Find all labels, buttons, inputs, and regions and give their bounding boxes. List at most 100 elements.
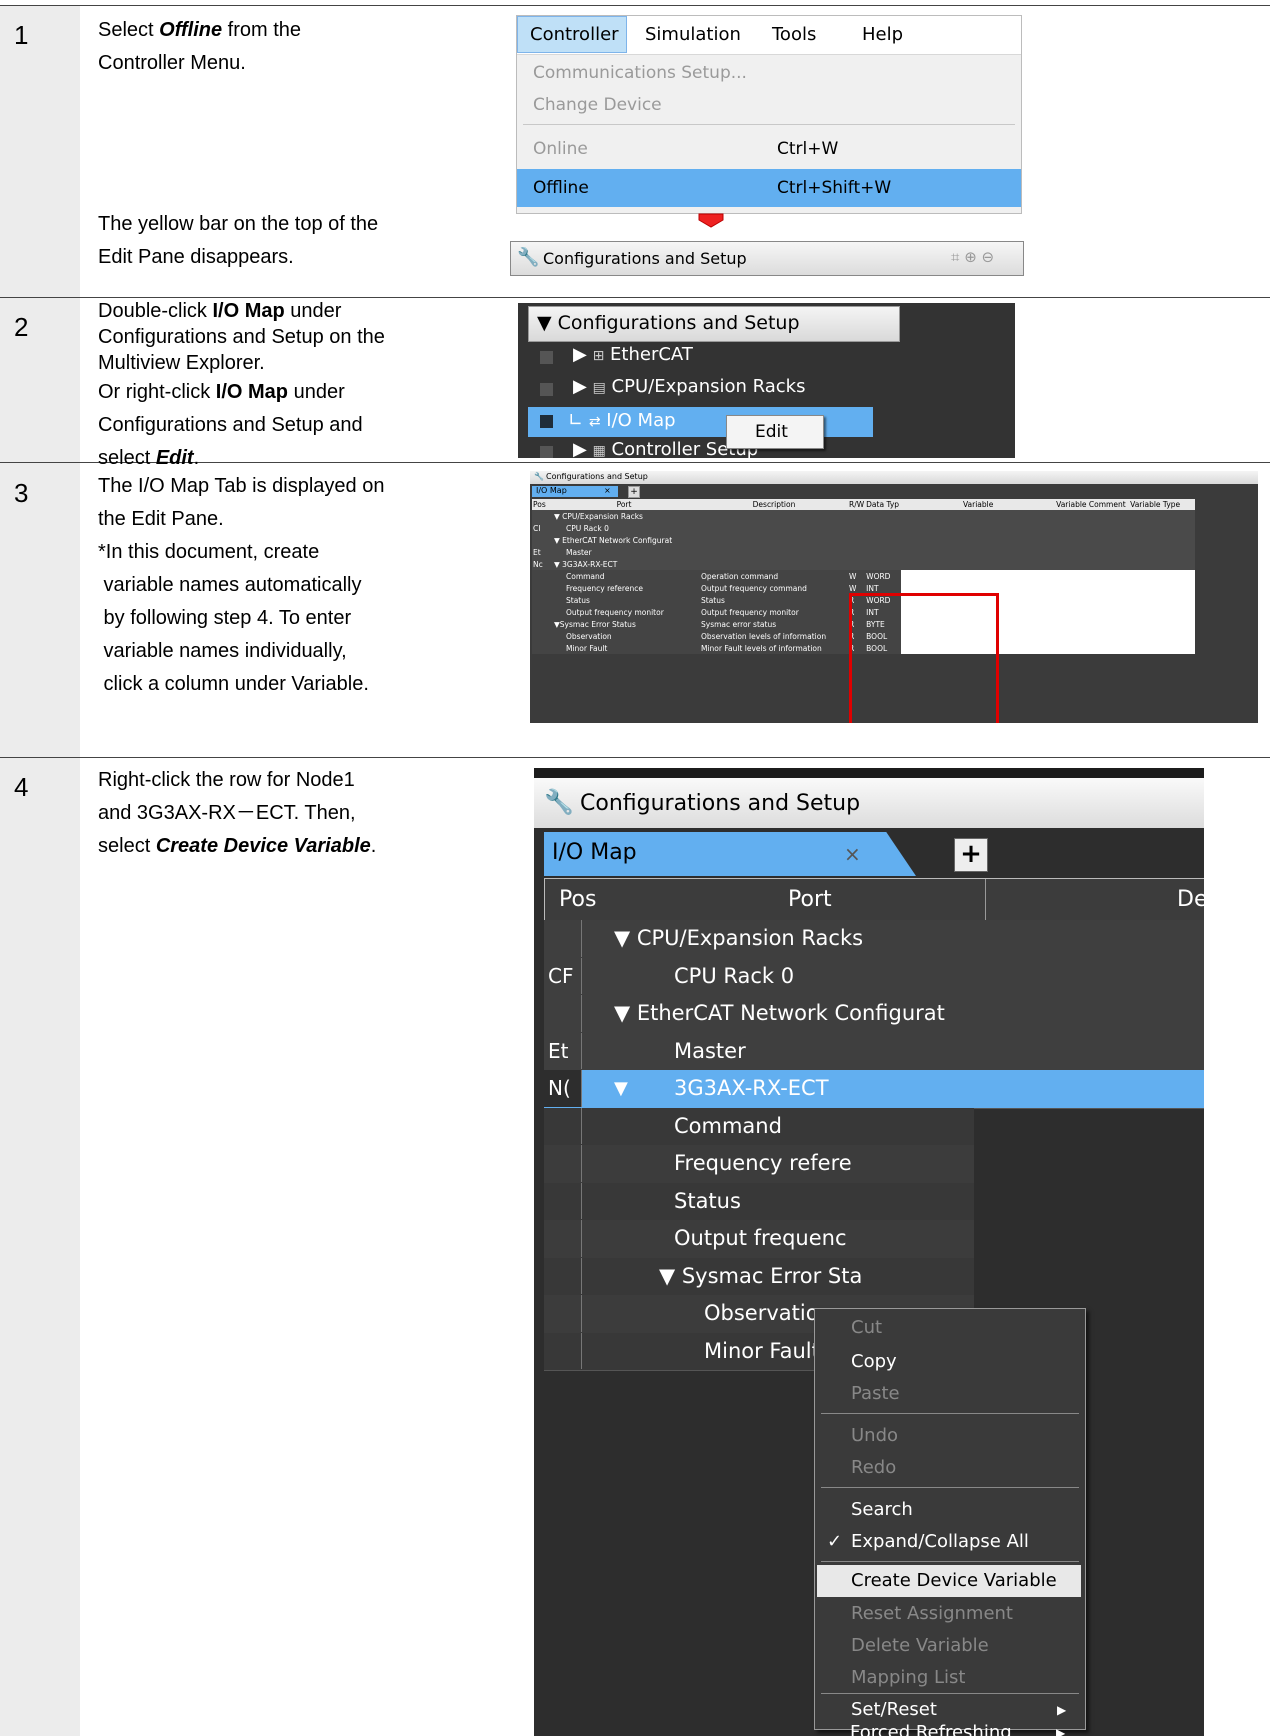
controller-menu-screenshot: Controller Simulation Tools Help Communi… — [516, 15, 1022, 214]
row-pos — [544, 1182, 582, 1219]
table-row[interactable]: ▼ CPU/Expansion Racks — [532, 510, 1196, 522]
menu-simulation[interactable]: Simulation — [645, 24, 741, 45]
step-instruction: Right-click the row for Node1 and 3G3AX-… — [98, 769, 377, 857]
menu-bar: Controller Simulation Tools Help — [517, 16, 1021, 55]
zoom-icons[interactable]: ⌗ ⊕ ⊖ — [951, 248, 994, 266]
row-pos — [544, 1295, 582, 1332]
row-port: ▼ Sysmac Error Sta — [659, 1263, 863, 1288]
table-header-row: Pos Port Description R/W Data Typ Variab… — [532, 499, 1196, 510]
menu-item-undo[interactable]: Undo — [851, 1425, 898, 1446]
table-row[interactable]: ▼ EtherCAT Network Configurat — [544, 995, 1204, 1034]
step-number-column — [0, 758, 80, 1736]
menu-item-offline[interactable]: Offline Ctrl+Shift+W — [517, 169, 1021, 207]
menu-help[interactable]: Help — [862, 24, 903, 45]
row-port: ▼ CPU/Expansion Racks — [614, 926, 864, 950]
wrench-icon: 🔧 — [534, 472, 544, 481]
table-row[interactable]: Frequency refere — [544, 1145, 974, 1184]
row-port: Status — [674, 1188, 741, 1213]
menu-item-change-device[interactable]: Change Device — [517, 88, 1021, 124]
separator — [0, 757, 1270, 758]
table-row[interactable]: Status — [544, 1182, 974, 1221]
menu-item-online[interactable]: Online Ctrl+W — [517, 132, 1021, 168]
menu-divider — [821, 1561, 1079, 1562]
table-row[interactable]: CF CPU Rack 0 — [544, 957, 1204, 996]
row-port: Command — [674, 1113, 782, 1138]
row-pos — [544, 920, 582, 957]
step-instruction: The I/O Map Tab is displayed on the Edit… — [98, 475, 385, 695]
context-menu-edit[interactable]: Edit — [726, 415, 824, 449]
table-row[interactable]: Et Master — [544, 1032, 1204, 1071]
tree-checkbox — [540, 351, 553, 364]
row-pos: N( — [544, 1070, 582, 1107]
expand-arrow-icon[interactable]: ▼ — [614, 1070, 628, 1108]
row-pos — [544, 1257, 582, 1294]
step-instruction: Double-click I/O Map under Configuration… — [98, 300, 385, 469]
io-map-context-menu-screenshot: 🔧 Configurations and Setup I/O Map × + P… — [534, 768, 1204, 1736]
menu-item-forced-refreshing[interactable]: Forced Refreshing ▶ — [850, 1722, 1065, 1736]
table-row[interactable]: Command Operation command W WORD — [532, 570, 1196, 582]
io-map-small-screenshot: 🔧 Configurations and Setup I/O Map × + P… — [530, 471, 1258, 723]
step-number-column — [0, 6, 80, 297]
check-icon: ✓ — [827, 1531, 843, 1552]
row-pos — [544, 1220, 582, 1257]
row-port: Minor Fault — [704, 1338, 820, 1363]
row-pos — [544, 1332, 582, 1369]
menu-divider — [821, 1693, 1079, 1694]
table-row[interactable]: CI CPU Rack 0 — [532, 522, 1196, 534]
tree-item-cpu-racks[interactable]: ▶ ▤ CPU/Expansion Racks — [573, 376, 805, 397]
row-port: 3G3AX-RX-ECT — [674, 1076, 829, 1100]
menu-item-delete-variable[interactable]: Delete Variable — [851, 1635, 989, 1656]
add-tab-button[interactable]: + — [628, 486, 640, 498]
row-port: ▼ EtherCAT Network Configurat — [614, 1001, 945, 1025]
menu-item-cut[interactable]: Cut — [851, 1317, 882, 1338]
row-port: CPU Rack 0 — [674, 963, 795, 988]
table-row[interactable]: Nc ▼ 3G3AX-RX-ECT — [532, 558, 1196, 570]
menu-item-create-device-variable[interactable]: Create Device Variable — [817, 1565, 1081, 1597]
add-tab-button[interactable]: + — [954, 838, 988, 872]
step-number: 2 — [14, 312, 29, 342]
step-result-text: The yellow bar on the top of the Edit Pa… — [98, 213, 379, 268]
menu-item-search[interactable]: Search — [851, 1499, 913, 1520]
multiview-explorer-screenshot: ▼ Configurations and Setup ▶ ⊞ EtherCAT … — [518, 303, 1015, 458]
row-pos — [544, 1107, 582, 1144]
step-number: 3 — [14, 478, 29, 508]
variable-column-highlight — [849, 593, 999, 723]
tree-item-ethercat[interactable]: ▶ ⊞ EtherCAT — [573, 344, 693, 365]
menu-item-reset-assignment[interactable]: Reset Assignment — [851, 1603, 1013, 1624]
menu-item-communications-setup[interactable]: Communications Setup... — [517, 56, 1021, 92]
wrench-icon: 🔧 — [544, 788, 574, 816]
tree-checkbox — [540, 383, 553, 396]
menu-item-mapping-list[interactable]: Mapping List — [851, 1667, 965, 1688]
tab-io-map[interactable]: I/O Map × — [532, 486, 618, 497]
menu-tools[interactable]: Tools — [772, 24, 816, 45]
menu-divider — [821, 1487, 1079, 1488]
tree-header[interactable]: ▼ Configurations and Setup — [528, 306, 900, 342]
table-header-row: Pos Port De — [544, 878, 1204, 922]
table-row[interactable]: ▼ CPU/Expansion Racks — [544, 920, 1204, 959]
step-number: 1 — [14, 20, 29, 50]
step-number-column — [0, 298, 80, 462]
menu-item-expand-collapse[interactable]: Expand/Collapse All — [851, 1531, 1029, 1552]
menu-controller[interactable]: Controller — [530, 24, 619, 45]
step-number-column — [0, 463, 80, 757]
context-menu: Cut Copy Paste Undo Redo Search ✓ Expand… — [814, 1308, 1086, 1730]
menu-divider — [523, 124, 1015, 125]
tab-io-map[interactable]: I/O Map × — [544, 832, 916, 876]
table-row[interactable]: Output frequenc — [544, 1220, 974, 1259]
menu-item-redo[interactable]: Redo — [851, 1457, 896, 1478]
row-port: Output frequenc — [674, 1226, 847, 1250]
menu-item-set-reset[interactable]: Set/Reset ▶ — [851, 1699, 1066, 1720]
step-number: 4 — [14, 772, 29, 802]
row-port: Master — [674, 1038, 746, 1063]
pane-title: Configurations and Setup — [543, 249, 747, 268]
table-row[interactable]: ▼ Sysmac Error Sta — [544, 1257, 974, 1296]
menu-item-paste[interactable]: Paste — [851, 1383, 900, 1404]
table-row[interactable]: N( ▼ 3G3AX-RX-ECT — [544, 1070, 1204, 1109]
table-row[interactable]: Command — [544, 1107, 974, 1146]
table-row[interactable]: Et Master — [532, 546, 1196, 558]
row-pos — [544, 995, 582, 1032]
menu-item-copy[interactable]: Copy — [851, 1351, 897, 1372]
close-icon[interactable]: × — [844, 842, 861, 866]
arrow-down-icon — [697, 213, 725, 229]
table-row[interactable]: ▼ EtherCAT Network Configurat — [532, 534, 1196, 546]
